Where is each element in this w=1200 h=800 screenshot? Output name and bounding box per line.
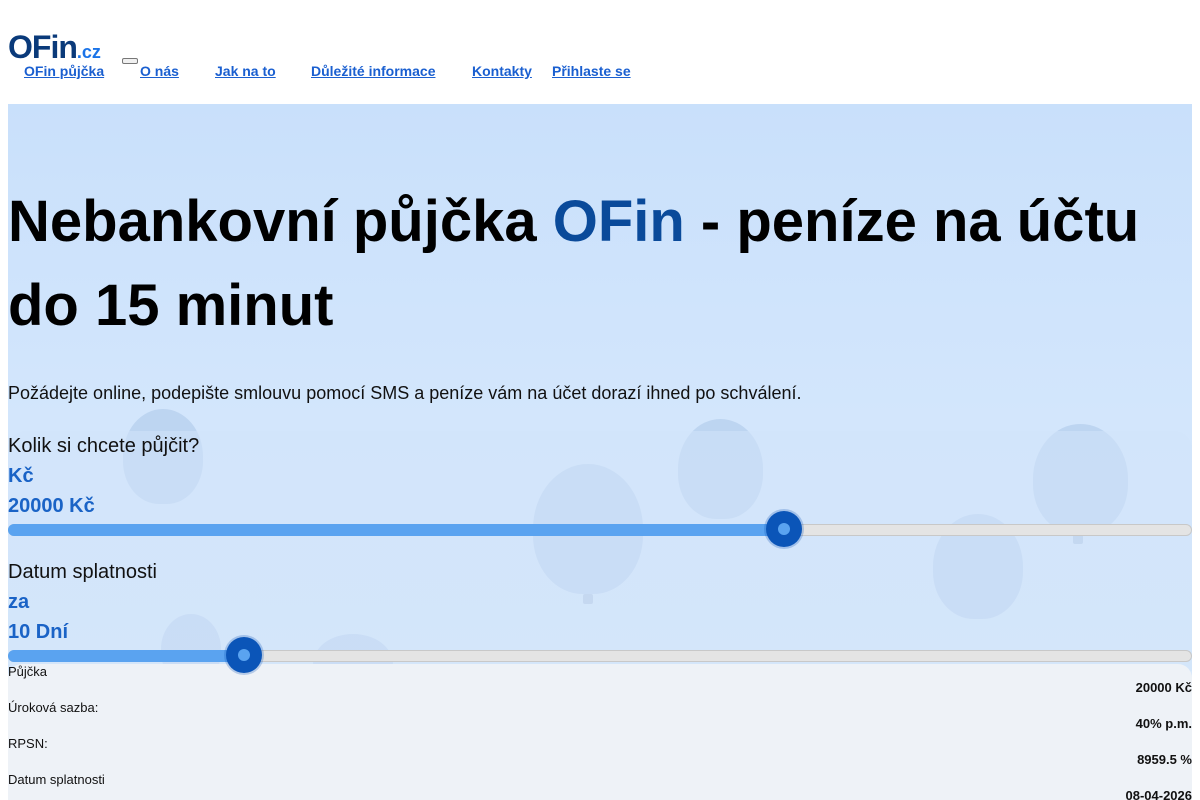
nav-o-nas[interactable]: O nás [140, 63, 179, 79]
ofin-logo[interactable]: OFin .cz [8, 30, 101, 64]
amount-slider-handle[interactable] [766, 511, 802, 547]
calculator-panel [8, 431, 1192, 671]
title-text-part1: Nebankovní půjčka [8, 189, 553, 254]
hero-section: Nebankovní půjčka OFin - peníze na účtu … [8, 104, 1192, 800]
due-slider[interactable] [8, 637, 1192, 673]
summary-rpsn-label: RPSN: [8, 736, 48, 751]
menu-toggle-button[interactable] [122, 58, 138, 64]
summary-rate-label: Úroková sazba: [8, 700, 99, 715]
amount-question: Kolik si chcete půjčit? [8, 435, 200, 457]
summary-loan-label: Půjčka [8, 664, 48, 679]
title-brand: OFin [552, 189, 685, 254]
nav-dulezite-informace[interactable]: Důležité informace [311, 63, 435, 79]
amount-slider-fill [8, 524, 784, 536]
due-unit: za [8, 591, 30, 613]
summary-due-label: Datum splatnosti [8, 772, 105, 787]
nav-prihlaste-se[interactable]: Přihlaste se [552, 63, 631, 79]
summary-loan-value: 20000 Kč [1135, 680, 1192, 695]
due-question: Datum splatnosti [8, 561, 157, 583]
hero-subtitle: Požádejte online, podepište smlouvu pomo… [8, 383, 802, 403]
page-title: Nebankovní půjčka OFin - peníze na účtu … [8, 180, 1192, 348]
site-header: OFin .cz OFin půjčka O nás Jak na to Důle… [0, 0, 1200, 104]
summary-due-value: 08-04-2026 [1125, 788, 1193, 800]
summary-rpsn-value: 8959.5 % [1137, 752, 1192, 767]
nav-ofin-pujcka[interactable]: OFin půjčka [24, 63, 104, 79]
summary-rate-value: 40% p.m. [1135, 716, 1192, 731]
amount-unit: Kč [8, 465, 34, 487]
due-slider-handle[interactable] [226, 637, 262, 673]
due-value: 10 Dní [8, 621, 69, 643]
nav-jak-na-to[interactable]: Jak na to [215, 63, 276, 79]
summary-panel [8, 664, 1192, 800]
amount-value: 20000 Kč [8, 495, 95, 517]
due-slider-fill [8, 650, 244, 662]
nav-kontakty[interactable]: Kontakty [472, 63, 532, 79]
logo-text: OFin [8, 29, 78, 65]
amount-slider[interactable] [8, 511, 1192, 547]
